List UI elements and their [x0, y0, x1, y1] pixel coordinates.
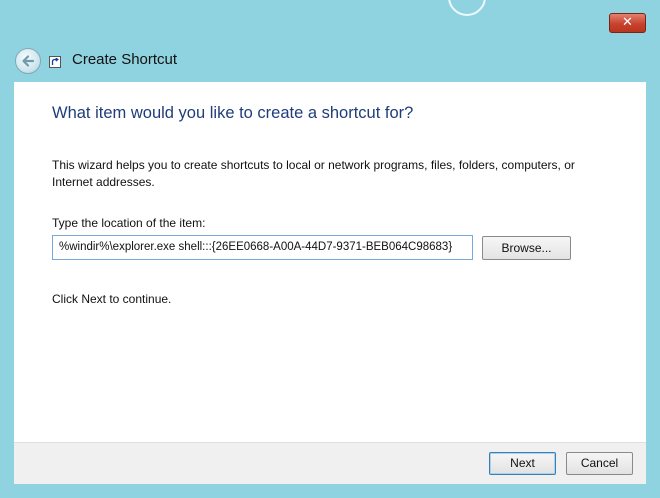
title-bar[interactable]: ✕ [0, 0, 660, 34]
shortcut-arrow-icon [49, 56, 61, 68]
close-button[interactable]: ✕ [609, 13, 646, 33]
create-shortcut-window: ✕ Create Shortcut What item would you li… [0, 0, 660, 498]
continue-instruction: Click Next to continue. [52, 292, 172, 306]
next-button[interactable]: Next [489, 452, 556, 475]
back-button[interactable] [15, 48, 41, 74]
wizard-header: Create Shortcut [0, 34, 646, 82]
decorative-circle [448, 0, 486, 16]
back-arrow-icon [22, 55, 35, 67]
cancel-button[interactable]: Cancel [566, 452, 633, 475]
location-label: Type the location of the item: [52, 216, 206, 230]
location-input[interactable]: %windir%\explorer.exe shell:::{26EE0668-… [52, 235, 473, 260]
browse-button[interactable]: Browse... [482, 236, 571, 260]
wizard-description: This wizard helps you to create shortcut… [52, 158, 575, 189]
wizard-footer: Next Cancel [14, 442, 646, 484]
wizard-content: What item would you like to create a sho… [14, 82, 646, 442]
close-icon: ✕ [622, 15, 633, 30]
wizard-heading: What item would you like to create a sho… [52, 104, 414, 122]
window-title: Create Shortcut [72, 51, 178, 68]
